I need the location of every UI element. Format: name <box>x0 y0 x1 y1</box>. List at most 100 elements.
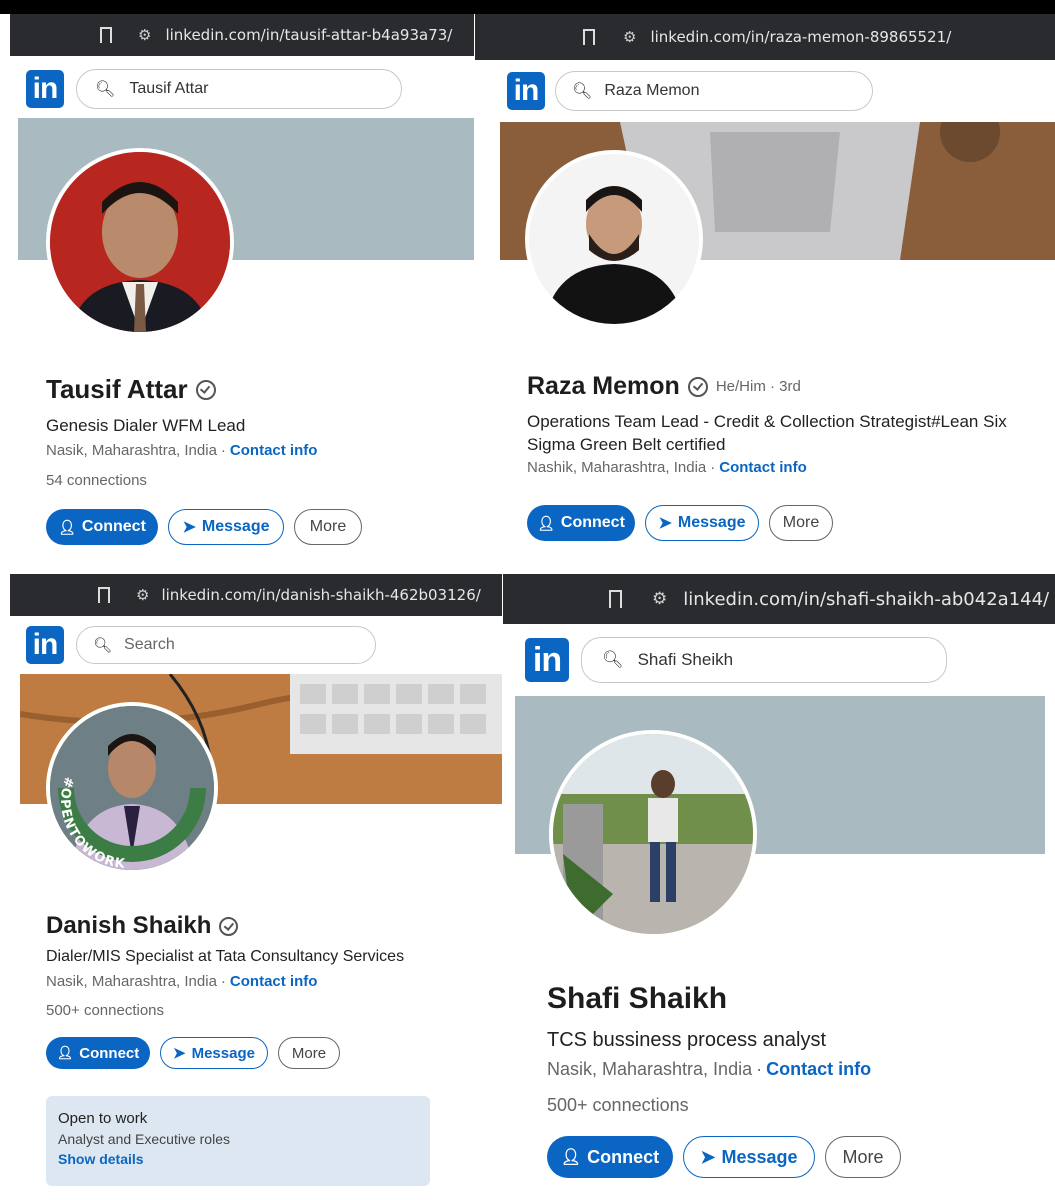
more-button[interactable]: More <box>769 505 833 541</box>
profile-location-row: Nasik, Maharashtra, India · Contact info <box>547 1059 872 1079</box>
profile-photo[interactable] <box>549 730 757 938</box>
search-value: Shafi Sheikh <box>637 650 734 669</box>
browser-address-bar[interactable]: ⚙ linkedin.com/in/danish-shaikh-462b0312… <box>10 574 502 616</box>
add-person-icon: 👤︎ <box>58 518 76 535</box>
connections-count: 54 connections <box>46 472 147 489</box>
message-button[interactable]: ➤ Message <box>683 1136 815 1178</box>
screen-top-bar <box>0 0 1055 14</box>
send-icon: ➤ <box>700 1146 716 1167</box>
profile-photo[interactable]: #OPENTOWORK <box>46 702 218 874</box>
bookmark-icon[interactable] <box>583 29 595 45</box>
more-button[interactable]: More <box>278 1037 340 1069</box>
more-button[interactable]: More <box>294 509 362 545</box>
linkedin-logo[interactable]: in <box>525 638 569 682</box>
search-input[interactable]: 🔍︎ Search <box>76 626 376 664</box>
profile-photo-art <box>50 152 230 332</box>
site-settings-icon[interactable]: ⚙ <box>138 26 151 44</box>
profile-actions: 👤︎ Connect ➤ Message More <box>46 1037 350 1069</box>
more-button[interactable]: More <box>825 1136 901 1178</box>
search-icon: 🔍︎ <box>93 637 113 654</box>
search-input[interactable]: 🔍︎ Raza Memon <box>555 71 873 111</box>
connections-count: 500+ connections <box>547 1095 689 1115</box>
profile-location: Nasik, Maharashtra, India <box>46 973 217 990</box>
send-icon: ➤ <box>173 1045 186 1062</box>
linkedin-header: in 🔍︎ Shafi Sheikh <box>503 636 1055 684</box>
profile-name: Shafi Shaikh <box>547 982 728 1015</box>
connect-button[interactable]: 👤︎ Connect <box>527 505 635 541</box>
bookmark-icon[interactable] <box>100 27 112 43</box>
bookmark-icon[interactable] <box>609 590 622 608</box>
send-icon: ➤ <box>658 515 672 532</box>
site-settings-icon[interactable]: ⚙ <box>623 28 636 46</box>
profile-panel-raza: ⚙ linkedin.com/in/raza-memon-89865521/ i… <box>475 14 1055 566</box>
profile-location-row: Nasik, Maharashtra, India · Contact info <box>46 442 318 459</box>
profile-location: Nasik, Maharashtra, India <box>46 442 217 459</box>
profile-actions: 👤︎ Connect ➤ Message More <box>527 505 843 541</box>
contact-info-link[interactable]: Contact info <box>766 1059 871 1079</box>
bookmark-icon[interactable] <box>98 587 110 603</box>
connect-button[interactable]: 👤︎ Connect <box>547 1136 673 1178</box>
linkedin-header: in 🔍︎ Search <box>10 624 502 666</box>
browser-address-bar[interactable]: ⚙ linkedin.com/in/tausif-attar-b4a93a73/ <box>10 14 474 56</box>
connect-button[interactable]: 👤︎ Connect <box>46 509 158 545</box>
search-placeholder: Search <box>124 636 175 653</box>
linkedin-logo[interactable]: in <box>26 70 64 108</box>
verified-icon <box>195 379 216 400</box>
add-person-icon: 👤︎ <box>560 1149 582 1166</box>
url-text: linkedin.com/in/danish-shaikh-462b03126/ <box>161 586 481 604</box>
verified-icon <box>687 376 708 397</box>
contact-info-link[interactable]: Contact info <box>230 973 318 990</box>
search-value: Tausif Attar <box>129 80 209 97</box>
message-button[interactable]: ➤ Message <box>168 509 284 545</box>
open-to-work-ring: #OPENTOWORK <box>57 775 127 870</box>
profile-actions: 👤︎ Connect ➤ Message More <box>46 509 372 545</box>
profile-name: Raza Memon He/Him · 3rd <box>527 372 801 400</box>
profile-name: Danish Shaikh <box>46 912 239 940</box>
profile-panel-shafi: ⚙ linkedin.com/in/shafi-shaikh-ab042a144… <box>503 574 1055 1200</box>
profile-photo-art <box>529 154 699 324</box>
contact-info-link[interactable]: Contact info <box>230 442 318 459</box>
contact-info-link[interactable]: Contact info <box>719 459 807 476</box>
site-settings-icon[interactable]: ⚙ <box>136 586 149 604</box>
linkedin-logo[interactable]: in <box>507 72 545 110</box>
message-button[interactable]: ➤ Message <box>160 1037 268 1069</box>
send-icon: ➤ <box>182 519 196 536</box>
open-to-work-card[interactable]: Open to work Analyst and Executive roles… <box>46 1096 430 1186</box>
linkedin-logo[interactable]: in <box>26 626 64 664</box>
profile-location-row: Nasik, Maharashtra, India · Contact info <box>46 973 318 990</box>
connect-button[interactable]: 👤︎ Connect <box>46 1037 150 1069</box>
search-icon: 🔍︎ <box>95 81 116 98</box>
profile-photo[interactable] <box>46 148 234 336</box>
profile-location-row: Nashik, Maharashtra, India · Contact info <box>527 459 807 476</box>
linkedin-header: in 🔍︎ Tausif Attar <box>10 68 474 110</box>
add-person-icon: 👤︎ <box>56 1045 74 1060</box>
url-text: linkedin.com/in/tausif-attar-b4a93a73/ <box>165 26 453 44</box>
profile-location: Nashik, Maharashtra, India <box>527 459 707 476</box>
search-input[interactable]: 🔍︎ Tausif Attar <box>76 69 402 109</box>
site-settings-icon[interactable]: ⚙ <box>652 589 667 609</box>
profile-actions: 👤︎ Connect ➤ Message More <box>547 1136 911 1178</box>
profile-pronouns: He/Him · 3rd <box>715 378 801 395</box>
open-to-work-roles: Analyst and Executive roles <box>58 1131 230 1147</box>
search-icon: 🔍︎ <box>572 83 593 100</box>
url-text: linkedin.com/in/raza-memon-89865521/ <box>650 28 952 46</box>
profile-panel-danish: ⚙ linkedin.com/in/danish-shaikh-462b0312… <box>10 574 502 1200</box>
svg-text:#OPENTOWORK: #OPENTOWORK <box>57 775 127 870</box>
search-input[interactable]: 🔍︎ Shafi Sheikh <box>581 637 947 683</box>
connections-count: 500+ connections <box>46 1002 165 1019</box>
message-button[interactable]: ➤ Message <box>645 505 759 541</box>
browser-address-bar[interactable]: ⚙ linkedin.com/in/shafi-shaikh-ab042a144… <box>503 574 1055 624</box>
profile-name: Tausif Attar <box>46 374 216 405</box>
profile-headline: Genesis Dialer WFM Lead <box>46 416 246 435</box>
profile-photo[interactable] <box>525 150 703 328</box>
url-text: linkedin.com/in/shafi-shaikh-ab042a144/ <box>683 588 1050 610</box>
profile-headline: TCS bussiness process analyst <box>547 1029 827 1051</box>
profile-photo-art <box>553 734 753 934</box>
linkedin-header: in 🔍︎ Raza Memon <box>475 70 1055 112</box>
browser-address-bar[interactable]: ⚙ linkedin.com/in/raza-memon-89865521/ <box>475 14 1055 60</box>
open-to-work-title: Open to work <box>58 1110 148 1127</box>
profile-location: Nasik, Maharashtra, India <box>547 1059 753 1079</box>
profile-panel-tausif: ⚙ linkedin.com/in/tausif-attar-b4a93a73/… <box>10 14 474 566</box>
add-person-icon: 👤︎ <box>537 514 555 531</box>
show-details-link[interactable]: Show details <box>58 1151 418 1167</box>
